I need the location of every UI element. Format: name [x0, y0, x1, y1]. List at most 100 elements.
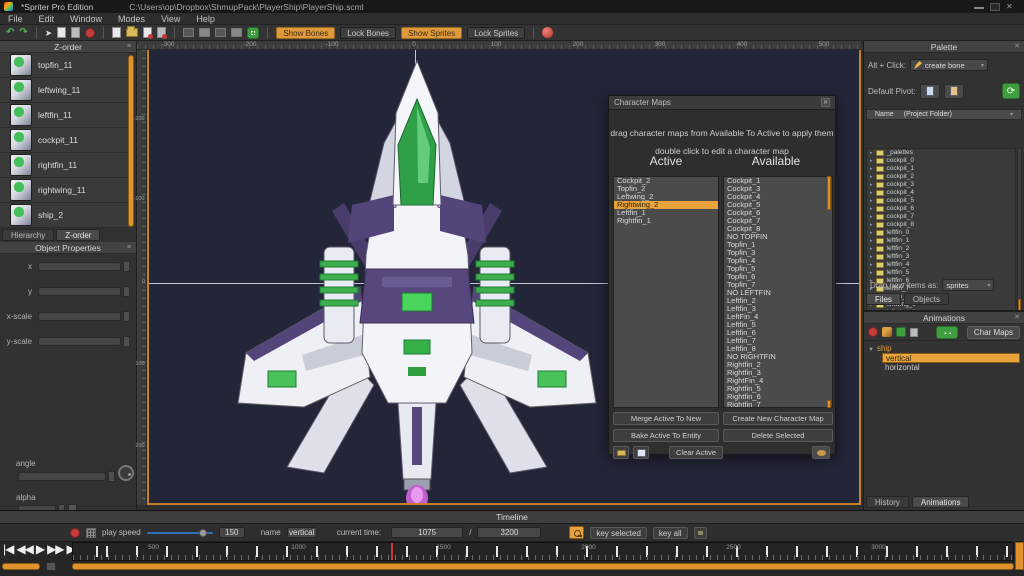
- pivot-mode-button-2[interactable]: [944, 84, 964, 99]
- load-map-button[interactable]: [613, 446, 629, 459]
- record-icon[interactable]: [868, 327, 878, 337]
- copy-icon[interactable]: [57, 27, 66, 38]
- onion-skin-button[interactable]: [936, 326, 958, 339]
- spinner[interactable]: [123, 286, 130, 297]
- menu-item[interactable]: Window: [62, 13, 110, 25]
- menu-item[interactable]: Help: [188, 13, 223, 25]
- save-file-icon[interactable]: [143, 27, 152, 38]
- file-row[interactable]: cockpit_5: [867, 197, 1015, 205]
- zorder-item[interactable]: cockpit_11: [0, 128, 129, 153]
- drag-items-dropdown[interactable]: sprites ▾: [942, 279, 994, 291]
- delete-icon[interactable]: [85, 28, 95, 38]
- key-icon-button[interactable]: [569, 526, 584, 539]
- tab-history[interactable]: History: [866, 496, 909, 508]
- animation-name-value[interactable]: vertical: [287, 527, 317, 538]
- create-character-map-button[interactable]: Create New Character Map: [723, 412, 833, 425]
- property-row[interactable]: x-scale: [0, 304, 136, 329]
- panel-menu-icon[interactable]: ≡: [125, 43, 133, 51]
- close-icon[interactable]: ✕: [1006, 3, 1016, 11]
- file-row[interactable]: cockpit_4: [867, 189, 1015, 197]
- file-row[interactable]: cockpit_1: [867, 165, 1015, 173]
- merge-active-button[interactable]: Merge Active To New: [613, 412, 719, 425]
- view-preview-icon[interactable]: [231, 28, 242, 37]
- open-file-icon[interactable]: [126, 28, 138, 37]
- palette-close-icon[interactable]: ✕: [1013, 43, 1021, 51]
- y-input[interactable]: [38, 287, 121, 296]
- maximize-icon[interactable]: [990, 3, 1000, 11]
- save-map-button[interactable]: [633, 446, 649, 459]
- clear-active-button[interactable]: Clear Active: [669, 446, 723, 459]
- record-mode-icon[interactable]: [70, 528, 80, 538]
- file-row[interactable]: leftfin_3: [867, 253, 1015, 261]
- play-speed-slider[interactable]: [147, 528, 213, 538]
- view-split-icon[interactable]: [199, 28, 210, 37]
- animation-item[interactable]: vertical: [882, 353, 1020, 363]
- property-row[interactable]: x: [0, 254, 136, 279]
- file-row[interactable]: cockpit_0: [867, 157, 1015, 165]
- zorder-item[interactable]: ship_2: [0, 203, 129, 228]
- zorder-item[interactable]: leftfin_11: [0, 103, 129, 128]
- key-all-button[interactable]: key all: [653, 527, 688, 539]
- slider-knob[interactable]: [199, 529, 207, 537]
- timeline-corner-scroll[interactable]: [1015, 542, 1024, 570]
- fullscreen-icon[interactable]: [247, 27, 259, 39]
- snap-grid-icon[interactable]: [86, 528, 96, 538]
- key-selected-button[interactable]: key selected: [590, 527, 646, 539]
- undo-icon[interactable]: ↶: [6, 27, 14, 39]
- menu-item[interactable]: Modes: [110, 13, 153, 25]
- bone-tool-icon[interactable]: [882, 327, 892, 337]
- file-row[interactable]: leftfin_4: [867, 261, 1015, 269]
- x-input[interactable]: [38, 262, 121, 271]
- file-row[interactable]: leftfin_1: [867, 237, 1015, 245]
- zorder-item[interactable]: rightwing_11: [0, 178, 129, 203]
- bake-active-button[interactable]: Bake Active To Entity: [613, 429, 719, 442]
- total-time-input[interactable]: 3200: [477, 527, 541, 538]
- menu-item[interactable]: View: [153, 13, 188, 25]
- tab-zorder[interactable]: Z-order: [56, 229, 100, 241]
- menu-item[interactable]: Edit: [31, 13, 63, 25]
- file-row[interactable]: leftfin_0: [867, 229, 1015, 237]
- property-row[interactable]: y-scale: [0, 329, 136, 354]
- file-row[interactable]: _palettes: [867, 149, 1015, 157]
- pivot-mode-button-1[interactable]: [920, 84, 940, 99]
- spinner[interactable]: [123, 261, 130, 272]
- property-row[interactable]: y: [0, 279, 136, 304]
- playback-button[interactable]: ▶▶: [47, 539, 63, 559]
- delete-selected-button[interactable]: Delete Selected: [723, 429, 833, 442]
- tab-objects[interactable]: Objects: [904, 293, 949, 305]
- playback-button[interactable]: ▶: [36, 539, 44, 559]
- playback-button[interactable]: ◀◀: [16, 539, 32, 559]
- panel-menu-icon[interactable]: ≡: [125, 244, 133, 252]
- file-row[interactable]: cockpit_6: [867, 205, 1015, 213]
- available-map-item[interactable]: Rightfin_7: [724, 401, 832, 408]
- playhead[interactable]: [391, 543, 393, 560]
- tab-animations[interactable]: Animations: [912, 496, 970, 508]
- timeline-scrollbar[interactable]: [72, 563, 1014, 570]
- new-file-icon[interactable]: [112, 27, 121, 38]
- redo-icon[interactable]: ↷: [19, 27, 27, 39]
- animations-close-icon[interactable]: ✕: [1013, 314, 1021, 322]
- file-row[interactable]: cockpit_2: [867, 173, 1015, 181]
- angle-spinner[interactable]: [108, 471, 115, 482]
- import-icon[interactable]: [157, 27, 166, 38]
- timeline-ruler[interactable]: 50010001500200025003000: [72, 542, 1014, 561]
- menu-item[interactable]: File: [0, 13, 31, 25]
- minimize-icon[interactable]: [974, 3, 984, 9]
- available-scrollbar-end[interactable]: [827, 400, 831, 408]
- entity-root-row[interactable]: ▼ship: [868, 344, 1020, 353]
- current-time-input[interactable]: 1075: [391, 527, 463, 538]
- file-row[interactable]: cockpit_3: [867, 181, 1015, 189]
- view-mode-icon[interactable]: [183, 28, 194, 37]
- tab-hierarchy[interactable]: Hierarchy: [2, 229, 54, 241]
- angle-dial[interactable]: [118, 465, 134, 481]
- ship-sprite[interactable]: [232, 55, 602, 505]
- color-tool-icon[interactable]: [542, 27, 553, 38]
- playback-button[interactable]: |◀: [3, 539, 13, 559]
- dialog-title-bar[interactable]: Character Maps ✕: [609, 96, 835, 110]
- refresh-icon[interactable]: ⟳: [1002, 83, 1020, 99]
- x-scale-input[interactable]: [38, 312, 121, 321]
- file-row[interactable]: leftfin_5: [867, 269, 1015, 277]
- file-row[interactable]: leftfin_2: [867, 245, 1015, 253]
- active-map-item[interactable]: Rightfin_1: [614, 217, 718, 225]
- animation-item[interactable]: horizontal: [882, 363, 1020, 373]
